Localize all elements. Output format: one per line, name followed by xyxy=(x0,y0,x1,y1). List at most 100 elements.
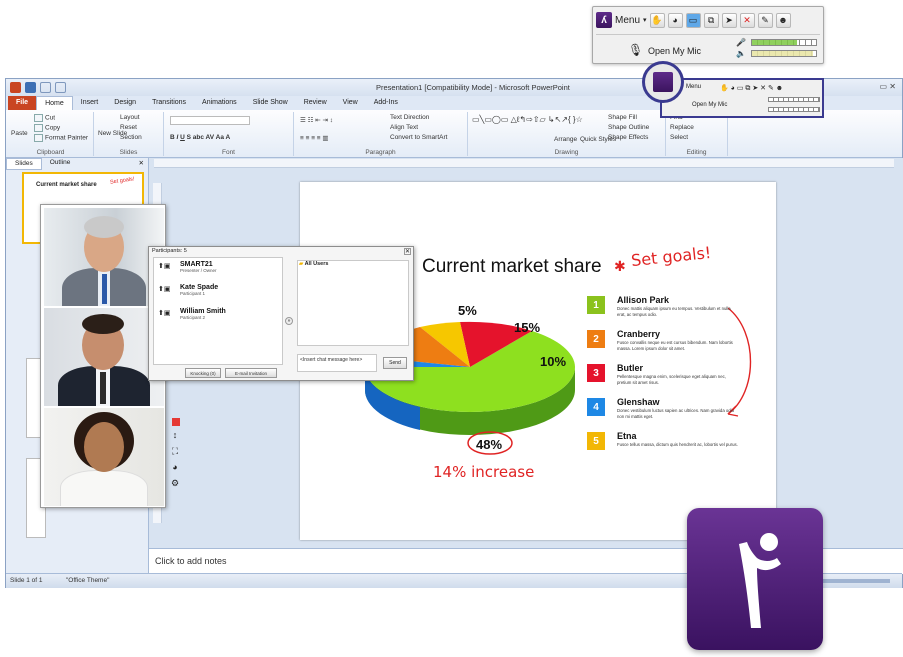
theme-name: "Office Theme" xyxy=(66,577,110,584)
microphone-icon[interactable]: 🎙 xyxy=(628,43,643,57)
section-button[interactable]: Section xyxy=(120,134,142,141)
legend-desc-4: Donec vestibulum luctus sapien ac ultric… xyxy=(617,408,735,419)
globe-icon[interactable]: ◕ xyxy=(667,12,683,28)
fullscreen-icon[interactable]: ⛶ xyxy=(169,446,181,458)
window-share-icon[interactable]: ⧉ xyxy=(703,12,719,28)
tab-transitions[interactable]: Transitions xyxy=(144,96,194,110)
legend-name-1: Allison Park xyxy=(617,295,670,305)
camera-icon[interactable]: ◕ xyxy=(169,462,181,474)
tab-animations[interactable]: Animations xyxy=(194,96,245,110)
replace-button[interactable]: Replace xyxy=(670,124,694,131)
chat-input[interactable]: <Insert chat message here> xyxy=(297,354,377,372)
app-logo xyxy=(687,508,823,650)
participant-row[interactable]: ⬆▣ SMART21 Presenter / Owner xyxy=(158,261,217,273)
callout-menu[interactable]: Menu xyxy=(686,84,701,90)
ppt-logo-icon[interactable] xyxy=(10,82,21,93)
open-mic-button[interactable]: Open My Mic xyxy=(648,46,701,56)
screen-share-icon[interactable]: ▭ xyxy=(685,12,701,28)
hand-raise-icon[interactable]: ✋ xyxy=(649,12,665,28)
users-icon[interactable]: ☻ xyxy=(775,12,791,28)
list-buttons[interactable]: ☰ ☷ ⇤ ⇥ ↕ xyxy=(300,116,333,124)
shapes-gallery[interactable]: ▭╲▭◯▭ △ℓ↰⇨⇧▱ ↳↖↗{ }☆ xyxy=(472,115,583,124)
tab-insert[interactable]: Insert xyxy=(73,96,107,110)
video-side-toolbar: ↕ ⛶ ◕ ⚙ xyxy=(166,414,186,508)
tab-outline[interactable]: Outline xyxy=(42,158,79,170)
participant-control-icon[interactable]: ✎ xyxy=(757,12,773,28)
send-button[interactable]: Send xyxy=(383,357,407,369)
window-controls[interactable]: ▭ ✕ xyxy=(880,82,896,91)
redo-icon[interactable] xyxy=(55,82,66,93)
video-feed-3[interactable] xyxy=(44,408,164,506)
tab-file[interactable]: File xyxy=(8,96,37,110)
convert-smartart-button[interactable]: Convert to SmartArt xyxy=(390,134,447,141)
participants-panel: Participants: 5 ✕ ⬆▣ SMART21 Presenter /… xyxy=(148,246,414,381)
curved-arrow-annotation xyxy=(727,307,752,417)
close-pane-icon[interactable]: ✕ xyxy=(131,158,148,170)
email-invitation-button[interactable]: E-mail Invitation xyxy=(225,368,277,378)
close-icon[interactable]: ✕ xyxy=(404,248,411,255)
group-label-slides: Slides xyxy=(119,149,138,156)
pie-label-1: 5% xyxy=(458,303,477,318)
participants-title: Participants: 5 xyxy=(152,248,187,254)
chat-history[interactable] xyxy=(297,260,409,346)
reset-button[interactable]: Reset xyxy=(120,124,137,131)
format-painter-button[interactable]: Format Painter xyxy=(34,134,88,142)
thumb-title: Current market share xyxy=(36,182,97,188)
quick-access-toolbar xyxy=(10,82,66,93)
floating-toolbar: ʎ Menu ▾ ✋ ◕ ▭ ⧉ ➤ ✕ ✎ ☻ 🎙 Open My Mic 🎤… xyxy=(592,6,824,64)
legend-name-2: Cranberry xyxy=(617,329,661,339)
tab-add-ins[interactable]: Add-Ins xyxy=(366,96,406,110)
app-logo-icon[interactable]: ʎ xyxy=(596,12,612,28)
cut-button[interactable]: Cut xyxy=(34,114,55,122)
tab-slides[interactable]: Slides xyxy=(6,158,42,170)
zoom-slider[interactable] xyxy=(816,579,890,583)
callout-mic-label[interactable]: Open My Mic xyxy=(692,102,727,108)
align-buttons[interactable]: ≡ ≡ ≡ ≡ ▥ xyxy=(300,134,329,142)
legend-desc-2: Fusce convallis neque eu est cursus bibe… xyxy=(617,340,733,351)
arrange-button[interactable]: Arrange xyxy=(554,136,577,143)
tab-review[interactable]: Review xyxy=(296,96,335,110)
presenter-icon: ⬆▣ xyxy=(158,263,171,270)
undo-icon[interactable] xyxy=(40,82,51,93)
participant-row[interactable]: ⬆▣ William Smith Participant 2 xyxy=(158,308,226,320)
group-label-drawing: Drawing xyxy=(554,149,579,156)
tab-view[interactable]: View xyxy=(335,96,366,110)
legend-name-4: Glenshaw xyxy=(617,397,660,407)
save-icon[interactable] xyxy=(25,82,36,93)
video-feed-1[interactable] xyxy=(44,208,164,306)
move-icon[interactable]: ↕ xyxy=(169,430,181,442)
chat-tab-all-users[interactable]: ▰ All Users xyxy=(299,261,328,267)
copy-button[interactable]: Copy xyxy=(34,124,60,132)
slide-annotation: Set goals! xyxy=(630,242,713,271)
pie-label-2: 15% xyxy=(514,320,541,335)
menu-button[interactable]: Menu xyxy=(615,15,640,26)
tab-design[interactable]: Design xyxy=(106,96,144,110)
group-clipboard: Paste Cut Copy Format Painter Clipboard xyxy=(8,112,94,156)
pointer-icon[interactable]: ➤ xyxy=(721,12,737,28)
group-label-editing: Editing xyxy=(686,149,707,156)
knocking-button[interactable]: Knocking (0) xyxy=(185,368,221,378)
layout-button[interactable]: Layout xyxy=(120,114,140,121)
annotate-icon[interactable]: ✕ xyxy=(739,12,755,28)
video-feed-2[interactable] xyxy=(44,308,164,406)
tab-slide-show[interactable]: Slide Show xyxy=(245,96,296,110)
shape-fill-button[interactable]: Shape Fill xyxy=(608,114,637,121)
shape-outline-button[interactable]: Shape Outline xyxy=(608,124,649,131)
select-button[interactable]: Select xyxy=(670,134,688,141)
font-name-select[interactable] xyxy=(170,116,250,125)
align-text-button[interactable]: Align Text xyxy=(390,124,418,131)
collapse-icon[interactable]: » xyxy=(285,317,293,325)
paste-button[interactable]: Paste xyxy=(11,130,28,137)
settings-gear-icon[interactable]: ⚙ xyxy=(169,478,181,490)
mic-level-meter xyxy=(751,39,817,46)
pane-tabs: Slides Outline ✕ xyxy=(6,158,148,170)
text-direction-button[interactable]: Text Direction xyxy=(390,114,429,121)
speaker-level-meter[interactable] xyxy=(751,50,817,57)
toolbar-row: ʎ Menu ▾ ✋ ◕ ▭ ⧉ ➤ ✕ ✎ ☻ xyxy=(596,10,791,30)
participant-row[interactable]: ⬆▣ Kate Spade Participant 1 xyxy=(158,284,218,296)
font-format-buttons[interactable]: B I U S abc AV Aa A xyxy=(170,134,230,141)
record-icon[interactable] xyxy=(172,418,180,426)
group-font: B I U S abc AV Aa A Font xyxy=(164,112,294,156)
shape-effects-button[interactable]: Shape Effects xyxy=(608,134,648,141)
tab-home[interactable]: Home xyxy=(36,96,73,110)
